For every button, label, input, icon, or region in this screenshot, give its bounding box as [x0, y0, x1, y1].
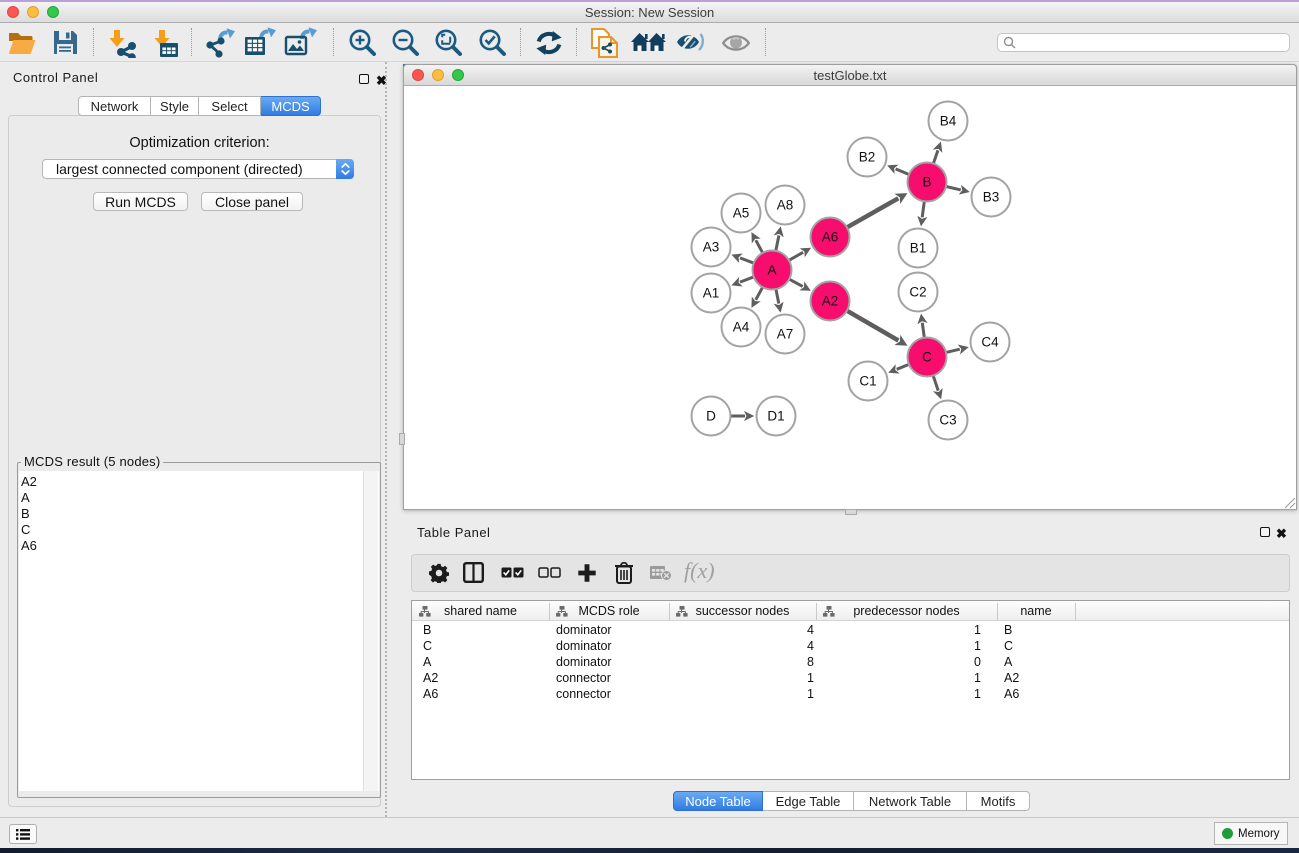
svg-text:A6: A6: [822, 230, 839, 245]
svg-text:B: B: [922, 175, 931, 190]
svg-text:A8: A8: [777, 198, 794, 213]
svg-text:A4: A4: [733, 320, 750, 335]
svg-text:A5: A5: [733, 206, 750, 221]
svg-text:B4: B4: [940, 114, 957, 129]
svg-text:C1: C1: [859, 374, 876, 389]
svg-text:D: D: [706, 409, 716, 424]
svg-text:C4: C4: [981, 335, 999, 350]
svg-text:C3: C3: [939, 413, 956, 428]
svg-text:A: A: [767, 263, 776, 278]
svg-text:B1: B1: [910, 241, 927, 256]
svg-text:B2: B2: [859, 150, 876, 165]
svg-text:A7: A7: [777, 327, 794, 342]
svg-text:C2: C2: [909, 285, 926, 300]
svg-text:A1: A1: [703, 286, 720, 301]
svg-text:C: C: [922, 350, 932, 365]
svg-text:D1: D1: [767, 409, 784, 424]
svg-text:A3: A3: [703, 240, 720, 255]
svg-text:A2: A2: [822, 294, 839, 309]
svg-text:B3: B3: [983, 190, 1000, 205]
